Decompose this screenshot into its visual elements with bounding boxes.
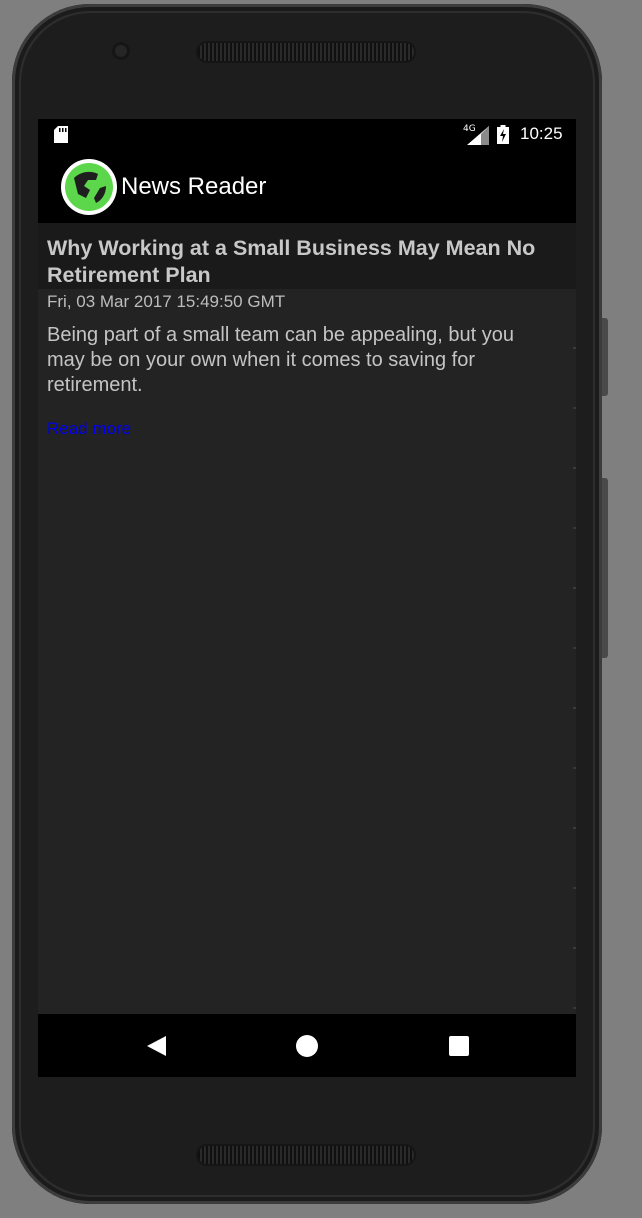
article-date: Fri, 03 Mar 2017 15:49:50 GMT [47,292,286,311]
signal-indicator: 4G [463,124,489,146]
read-more-link[interactable]: Read more [47,419,131,439]
article-title: Why Working at a Small Business May Mean… [47,236,536,287]
bottom-speaker [198,1146,414,1164]
home-icon[interactable] [295,1034,319,1058]
article-header[interactable]: Why Working at a Small Business May Mean… [38,223,576,289]
globe-icon [61,159,117,215]
front-camera [112,42,130,60]
sd-card-icon [54,126,68,143]
power-button[interactable] [602,318,608,396]
scrollbar[interactable] [573,289,576,1077]
clock: 10:25 [520,124,563,143]
navigation-bar [38,1014,576,1077]
battery-icon [497,125,509,144]
device-screen: 4G 10:25 News Reader Why Working at a Sm… [38,119,576,1077]
top-speaker [198,43,414,61]
back-icon[interactable] [144,1034,168,1058]
signal-icon [467,126,489,145]
app-title: News Reader [121,173,267,200]
volume-button[interactable] [602,478,608,658]
article-description: Being part of a small team can be appeal… [47,324,514,396]
app-bar: News Reader [38,151,576,223]
status-bar: 4G 10:25 [38,119,576,151]
recents-icon[interactable] [447,1034,471,1058]
